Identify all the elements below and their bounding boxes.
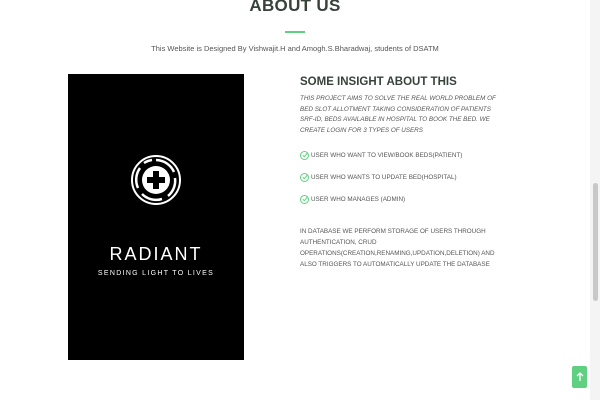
check-circle-icon [300,172,309,182]
content-heading: SOME INSIGHT ABOUT THIS [300,76,457,88]
about-content: SOME INSIGHT ABOUT THIS THIS PROJECT AIM… [300,76,500,270]
section-title: ABOUT US [249,0,341,15]
database-note: IN DATABASE WE PERFORM STORAGE OF USERS … [300,228,495,268]
credit-text: This Website is Designed By Vishwajit.H … [151,44,439,53]
intro-text: THIS PROJECT AIMS TO SOLVE THE REAL WORL… [300,95,496,134]
logo-tagline: SENDING LIGHT TO LIVES [97,270,215,277]
list-item-label: USER WHO WANT TO VIEW/BOOK BEDS(PATIENT) [311,151,463,159]
back-to-top-button[interactable] [572,366,587,388]
check-circle-icon [300,194,309,204]
title-underline [285,31,305,33]
check-circle-icon [300,150,309,160]
scrollbar-thumb[interactable] [593,183,598,301]
user-type-list: USER WHO WANT TO VIEW/BOOK BEDS(PATIENT)… [300,144,500,210]
shutter-cross-icon [131,155,181,205]
list-item: USER WHO WANT TO VIEW/BOOK BEDS(PATIENT) [300,144,500,166]
logo-name: RADIANT [109,244,203,264]
radiant-logo-image: RADIANT SENDING LIGHT TO LIVES [68,74,244,360]
list-item: USER WHO MANAGES (ADMIN) [300,188,500,210]
list-item: USER WHO WANTS TO UPDATE BED(HOSPITAL) [300,166,500,188]
list-item-label: USER WHO WANTS TO UPDATE BED(HOSPITAL) [311,173,457,181]
arrow-up-icon [576,372,583,381]
list-item-label: USER WHO MANAGES (ADMIN) [311,195,406,203]
